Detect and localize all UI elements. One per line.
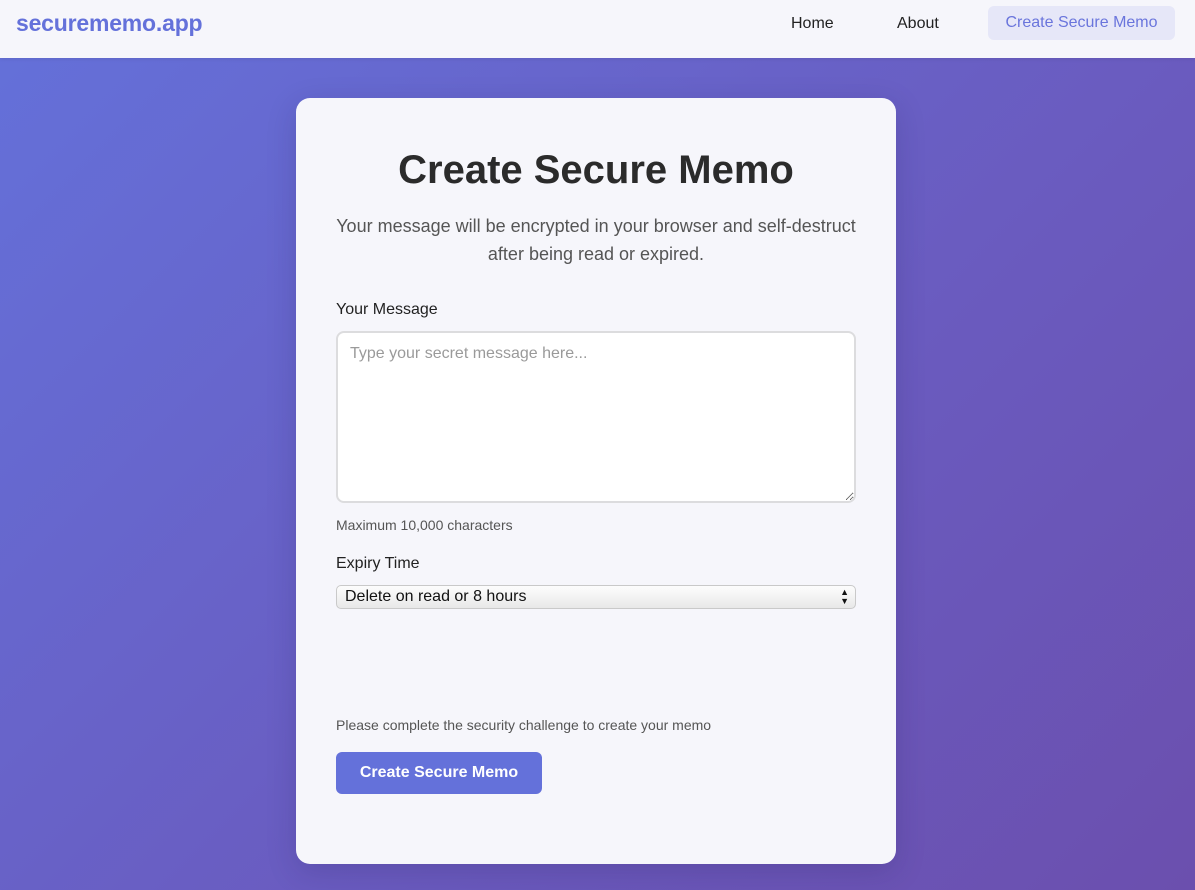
create-memo-card: Create Secure Memo Your message will be … [296, 98, 896, 864]
nav-about-link[interactable]: About [897, 14, 939, 34]
nav-create-memo-link[interactable]: Create Secure Memo [988, 6, 1175, 40]
message-label: Your Message [336, 301, 438, 318]
nav-home-link[interactable]: Home [791, 14, 834, 34]
page-subtitle: Your message will be encrypted in your b… [336, 216, 856, 264]
create-memo-button[interactable]: Create Secure Memo [336, 752, 542, 794]
page-title: Create Secure Memo [398, 148, 794, 192]
expiry-time-select[interactable]: Delete on read or 8 hours ▲ ▼ [336, 585, 856, 609]
security-challenge-text: Please complete the security challenge t… [336, 717, 712, 733]
expiry-selected-value: Delete on read or 8 hours [345, 588, 527, 605]
select-arrows-icon: ▲ ▼ [840, 587, 849, 606]
message-textarea[interactable] [336, 331, 856, 503]
message-length-hint: Maximum 10,000 characters [336, 517, 513, 533]
brand-logo-link[interactable]: securememo.app [16, 10, 203, 37]
top-navigation-bar: securememo.app Home About Create Secure … [0, 0, 1195, 58]
expiry-label: Expiry Time [336, 555, 420, 572]
